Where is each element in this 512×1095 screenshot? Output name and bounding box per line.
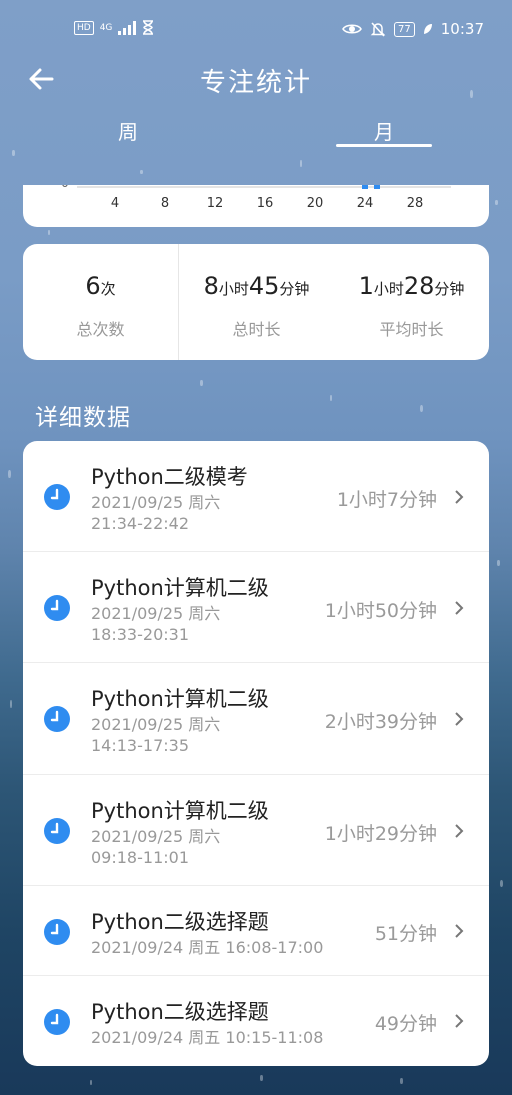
avg-minutes: 28 bbox=[403, 272, 435, 300]
item-duration: 1小时29分钟 bbox=[324, 823, 437, 845]
avg-hours: 1 bbox=[358, 272, 374, 300]
clock-icon bbox=[44, 919, 70, 945]
avg-hours-unit: 小时 bbox=[373, 280, 404, 298]
section-title: 详细数据 bbox=[35, 405, 131, 431]
item-time: 14:13-17:35 bbox=[91, 736, 189, 755]
tab-month-label: 月 bbox=[374, 120, 394, 144]
item-duration: 49分钟 bbox=[374, 1013, 437, 1035]
item-duration: 51分钟 bbox=[374, 923, 437, 945]
total-minutes-unit: 分钟 bbox=[279, 280, 310, 298]
list-item[interactable]: Python计算机二级 2021/09/25 周六 09:18-11:01 1小… bbox=[23, 775, 489, 886]
tab-selected-indicator bbox=[336, 144, 432, 147]
clock-icon bbox=[44, 818, 70, 844]
count-label: 总次数 bbox=[76, 320, 125, 339]
item-date: 2021/09/25 周六 bbox=[91, 715, 221, 734]
item-name: Python计算机二级 bbox=[91, 799, 269, 823]
chevron-right-icon bbox=[455, 924, 464, 938]
chevron-right-icon bbox=[455, 824, 464, 838]
item-duration: 2小时39分钟 bbox=[324, 711, 437, 733]
x-tick-labels: 4 8 12 16 20 24 28 bbox=[111, 196, 423, 211]
y-tick-zero: 0 bbox=[61, 185, 69, 190]
item-name: Python计算机二级 bbox=[91, 576, 269, 600]
tab-week[interactable]: 周 bbox=[78, 116, 178, 145]
item-date-time: 2021/09/24 周五 10:15-11:08 bbox=[91, 1028, 324, 1047]
total-hours-unit: 小时 bbox=[218, 280, 249, 298]
item-duration: 1小时7分钟 bbox=[336, 489, 437, 511]
total-label: 总时长 bbox=[232, 320, 281, 339]
item-name: Python计算机二级 bbox=[91, 687, 269, 711]
clock-time: 10:37 bbox=[440, 20, 484, 38]
clock-icon bbox=[44, 1009, 70, 1035]
bar-mark-24 bbox=[362, 185, 368, 189]
item-duration: 1小时50分钟 bbox=[324, 600, 437, 622]
item-time: 09:18-11:01 bbox=[91, 848, 189, 867]
summary-total: 8小时45分钟 总时长 bbox=[179, 244, 334, 360]
item-date: 2021/09/25 周六 bbox=[91, 604, 221, 623]
item-date-time: 2021/09/24 周五 16:08-17:00 bbox=[91, 938, 324, 957]
x-tick: 12 bbox=[207, 196, 224, 211]
x-tick: 24 bbox=[357, 196, 374, 211]
x-tick: 28 bbox=[407, 196, 424, 211]
avg-label: 平均时长 bbox=[379, 320, 444, 339]
chevron-right-icon bbox=[455, 712, 464, 726]
detail-list: Python二级模考 2021/09/25 周六 21:34-22:42 1小时… bbox=[23, 441, 489, 1066]
count-value: 6 bbox=[85, 272, 101, 300]
clock-icon bbox=[44, 484, 70, 510]
leaf-icon bbox=[423, 24, 432, 34]
item-date: 2021/09/25 周六 bbox=[91, 827, 221, 846]
list-item[interactable]: Python计算机二级 2021/09/25 周六 14:13-17:35 2小… bbox=[23, 663, 489, 775]
status-bar: HD 4G 77 10:37 bbox=[0, 18, 512, 42]
page-title: 专注统计 bbox=[199, 68, 312, 98]
item-name: Python二级选择题 bbox=[91, 910, 269, 934]
tab-month[interactable]: 月 bbox=[334, 116, 434, 147]
total-minutes: 45 bbox=[248, 272, 280, 300]
bar-mark-25 bbox=[374, 185, 380, 189]
chevron-right-icon bbox=[455, 490, 464, 504]
summary-average: 1小时28分钟 平均时长 bbox=[334, 244, 489, 360]
network-type: 4G bbox=[99, 22, 113, 33]
chart-card: 0 4 8 12 16 20 24 28 bbox=[23, 185, 489, 227]
chevron-right-icon bbox=[455, 1014, 464, 1028]
summary-card: 6次 总次数 8小时45分钟 总时长 1小时28分钟 平均时长 bbox=[23, 244, 489, 360]
list-item[interactable]: Python二级模考 2021/09/25 周六 21:34-22:42 1小时… bbox=[23, 441, 489, 552]
battery-icon: 77 bbox=[394, 21, 415, 37]
item-time: 18:33-20:31 bbox=[91, 625, 189, 644]
hourglass-icon bbox=[143, 20, 154, 35]
clock-icon bbox=[44, 595, 70, 621]
signal-icon bbox=[118, 20, 137, 35]
hd-indicator: HD bbox=[74, 20, 94, 35]
list-item[interactable]: Python二级选择题 2021/09/24 周五 16:08-17:00 51… bbox=[23, 886, 489, 976]
list-item[interactable]: Python计算机二级 2021/09/25 周六 18:33-20:31 1小… bbox=[23, 552, 489, 663]
x-tick: 20 bbox=[307, 196, 324, 211]
bell-muted-icon bbox=[370, 22, 386, 37]
period-tabs: 周 月 bbox=[0, 116, 512, 150]
item-name: Python二级选择题 bbox=[91, 1000, 269, 1024]
x-tick: 8 bbox=[161, 196, 169, 211]
avg-minutes-unit: 分钟 bbox=[434, 280, 465, 298]
count-unit: 次 bbox=[100, 280, 116, 298]
eye-icon bbox=[342, 24, 362, 34]
item-time: 21:34-22:42 bbox=[91, 514, 189, 533]
summary-count: 6次 总次数 bbox=[23, 244, 178, 360]
item-name: Python二级模考 bbox=[91, 465, 248, 489]
item-date: 2021/09/25 周六 bbox=[91, 493, 221, 512]
x-tick: 4 bbox=[111, 196, 119, 211]
total-hours: 8 bbox=[203, 272, 219, 300]
list-item[interactable]: Python二级选择题 2021/09/24 周五 10:15-11:08 49… bbox=[23, 976, 489, 1066]
clock-icon bbox=[44, 706, 70, 732]
x-tick: 16 bbox=[257, 196, 274, 211]
chevron-right-icon bbox=[455, 601, 464, 615]
